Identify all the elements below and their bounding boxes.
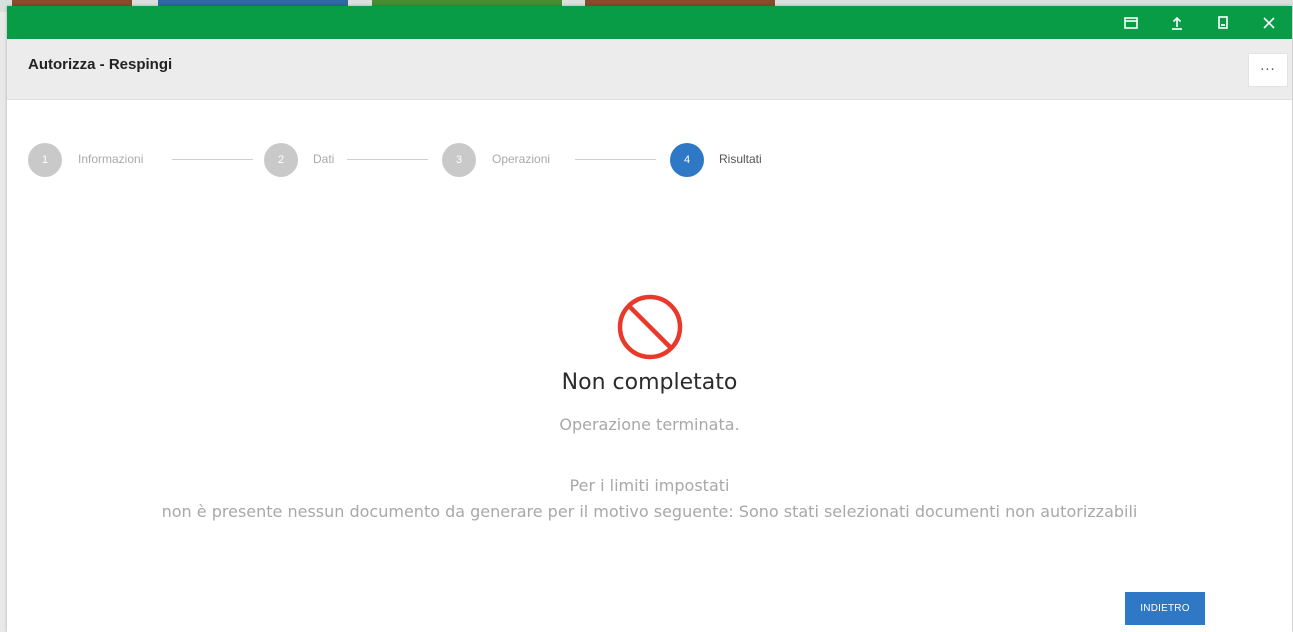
result-subtitle: Operazione terminata. <box>559 415 740 434</box>
dialog-window: Autorizza - Respingi ··· 1 Informazioni … <box>7 6 1292 632</box>
back-button[interactable]: INDIETRO <box>1125 592 1205 625</box>
restore-icon <box>1124 16 1138 29</box>
result-message-line1: Per i limiti impostati <box>569 476 730 495</box>
step-3-label: Operazioni <box>492 152 551 166</box>
dialog-header: Autorizza - Respingi ··· <box>7 39 1292 100</box>
minimize-icon <box>1218 16 1228 29</box>
wizard-stepper: 1 Informazioni 2 Dati 3 Operazioni 4 Ris… <box>7 143 1292 177</box>
upload-icon <box>1172 16 1182 30</box>
more-options-button[interactable]: ··· <box>1248 53 1288 87</box>
step-3-circle[interactable]: 3 <box>442 143 476 177</box>
close-button[interactable] <box>1246 6 1292 39</box>
step-3-number: 3 <box>455 154 463 166</box>
minimize-button[interactable] <box>1200 6 1246 39</box>
step-2-number: 2 <box>277 154 285 166</box>
dialog-titlebar <box>7 6 1292 39</box>
step-1-circle[interactable]: 1 <box>28 143 62 177</box>
result-message-line2: non è presente nessun documento da gener… <box>161 502 1138 521</box>
step-4-circle[interactable]: 4 <box>670 143 704 177</box>
step-connector <box>172 159 253 160</box>
step-2-label: Dati <box>313 152 335 166</box>
dialog-title: Autorizza - Respingi <box>28 56 173 73</box>
step-1-label: Informazioni <box>78 152 144 166</box>
step-1-number: 1 <box>41 154 49 166</box>
step-2-circle[interactable]: 2 <box>264 143 298 177</box>
step-4-number: 4 <box>683 154 691 166</box>
prohibited-icon <box>617 294 683 360</box>
window-controls <box>1108 6 1292 39</box>
upload-button[interactable] <box>1154 6 1200 39</box>
step-connector <box>575 159 656 160</box>
restore-button[interactable] <box>1108 6 1154 39</box>
step-connector <box>347 159 428 160</box>
step-4-label: Risultati <box>719 152 762 166</box>
result-title: Non completato <box>561 370 738 395</box>
close-icon <box>1263 16 1275 29</box>
